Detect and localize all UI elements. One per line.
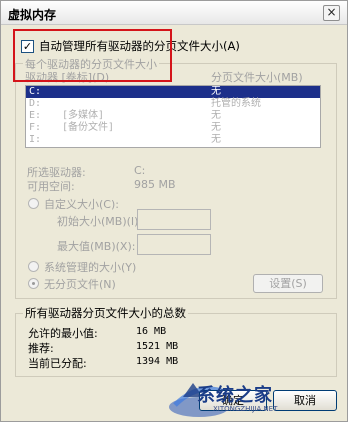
drive-size: 无 xyxy=(211,122,221,133)
drive-letter: E: xyxy=(29,110,42,121)
total-group-title: 所有驱动器分页文件大小的总数 xyxy=(23,305,188,321)
drive-row-f[interactable]: F: [备份文件] 无 xyxy=(26,122,320,134)
drive-size: 无 xyxy=(211,134,221,145)
close-icon: × xyxy=(326,5,337,19)
cancel-button[interactable]: 取消 xyxy=(273,390,337,411)
free-space-label: 可用空间: xyxy=(27,180,75,193)
free-space-value: 985 MB xyxy=(134,178,176,191)
drive-letter: C: xyxy=(29,86,42,97)
custom-size-label: 自定义大小(C): xyxy=(44,198,119,211)
drive-letter: I: xyxy=(29,134,42,145)
title-bar: 虚拟内存 × xyxy=(1,1,347,25)
drive-letter: F: xyxy=(29,122,42,133)
selected-drive-value: C: xyxy=(134,164,146,177)
min-allowed-value: 16 MB xyxy=(136,326,167,337)
drive-letter: D: xyxy=(29,98,42,109)
drive-label: [多媒体] xyxy=(62,110,105,121)
system-managed-radio[interactable] xyxy=(28,261,39,272)
drive-row-d[interactable]: D: 托管的系统 xyxy=(26,98,320,110)
initial-size-label: 初始大小(MB)(I): xyxy=(57,215,143,228)
drive-label: [备份文件] xyxy=(62,122,115,133)
currently-allocated-label: 当前已分配: xyxy=(28,357,87,370)
system-managed-label: 系统管理的大小(Y) xyxy=(44,261,137,274)
drive-size: 托管的系统 xyxy=(211,98,261,109)
recommended-value: 1521 MB xyxy=(136,341,179,352)
min-allowed-label: 允许的最小值: xyxy=(28,327,98,340)
no-paging-file-radio[interactable] xyxy=(28,278,39,289)
drive-size: 无 xyxy=(211,110,221,121)
drive-row-e[interactable]: E: [多媒体] 无 xyxy=(26,110,320,122)
virtual-memory-dialog: 虚拟内存 × ✓ 自动管理所有驱动器的分页文件大小(A) 每个驱动器的分页文件大… xyxy=(0,0,348,422)
max-size-label: 最大值(MB)(X): xyxy=(57,240,136,253)
no-paging-file-label: 无分页文件(N) xyxy=(44,278,116,291)
close-button[interactable]: × xyxy=(323,5,340,21)
drive-list[interactable]: C: 无 D: 托管的系统 E: [多媒体] 无 F: [备份文件] 无 I: … xyxy=(25,85,321,148)
watermark-text: 系统之家 xyxy=(197,385,273,406)
initial-size-input[interactable] xyxy=(137,209,211,230)
drive-row-i[interactable]: I: 无 xyxy=(26,134,320,146)
dialog-title: 虚拟内存 xyxy=(8,8,57,22)
custom-size-radio[interactable] xyxy=(28,198,39,209)
column-size: 分页文件大小(MB) xyxy=(211,71,303,84)
max-size-input[interactable] xyxy=(137,234,211,255)
drive-row-c[interactable]: C: 无 xyxy=(26,86,320,98)
set-button[interactable]: 设置(S) xyxy=(253,274,323,293)
drive-size: 无 xyxy=(211,86,221,97)
currently-allocated-value: 1394 MB xyxy=(136,356,179,367)
recommended-label: 推荐: xyxy=(28,342,54,355)
watermark-subtext: XITONGZHIJIA.NET xyxy=(213,405,278,413)
highlight-annotation xyxy=(13,29,172,82)
